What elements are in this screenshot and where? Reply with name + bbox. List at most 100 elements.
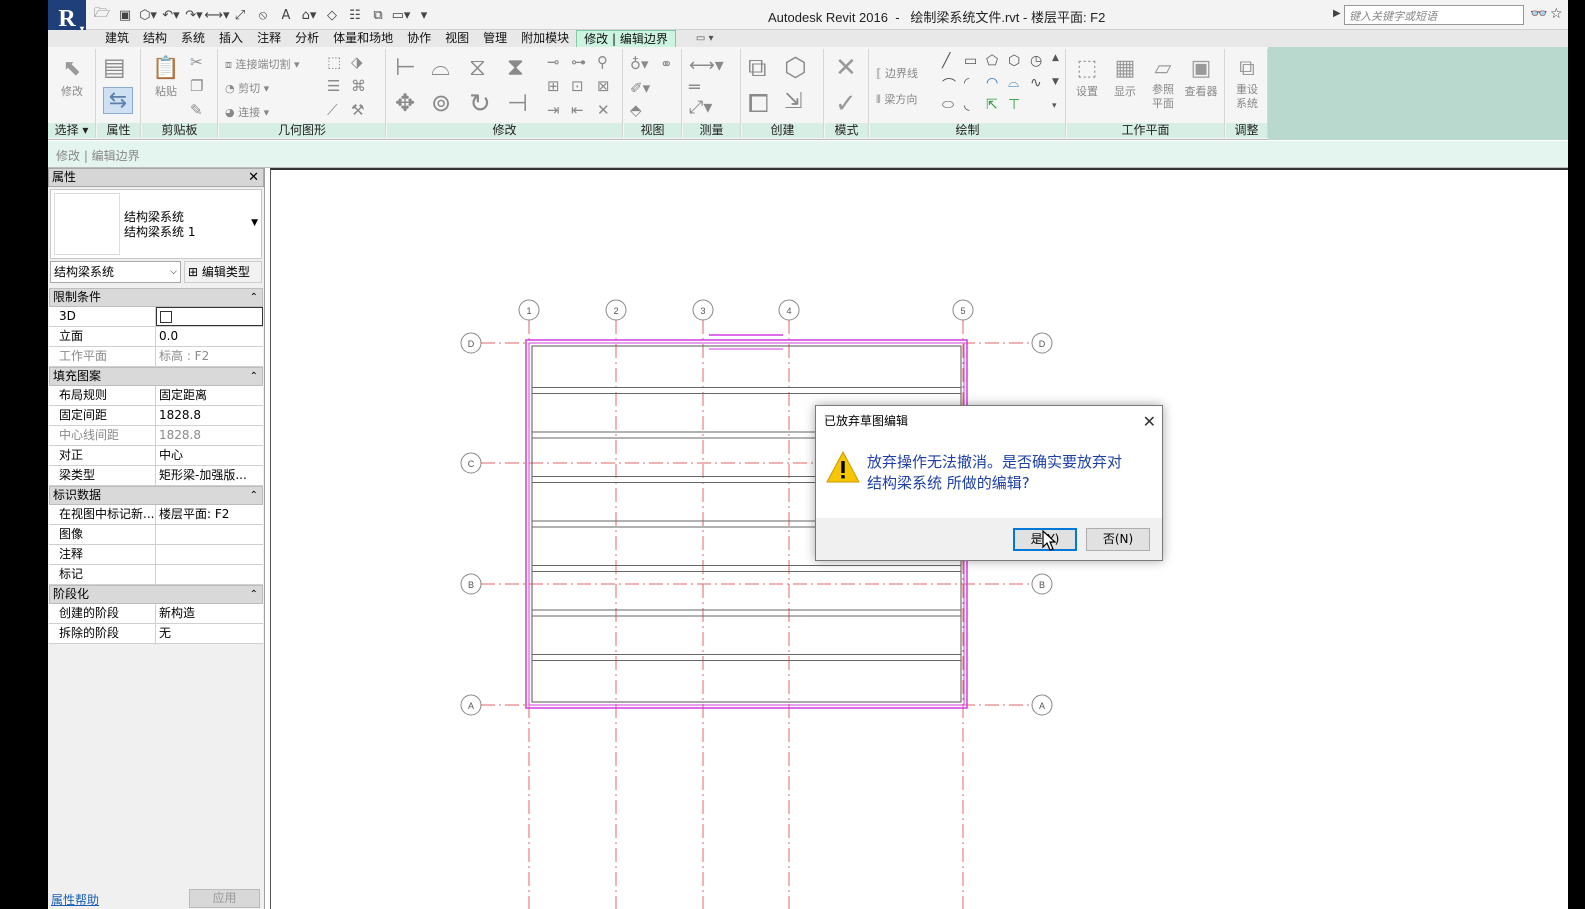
tab-4[interactable]: 注释 <box>250 30 288 47</box>
move-icon[interactable]: ✥ <box>395 89 415 117</box>
customize-icon[interactable]: ▾ <box>414 5 434 25</box>
mirror-draw-icon[interactable]: ⧗ <box>507 53 524 81</box>
3d-checkbox[interactable] <box>160 311 172 323</box>
demolish-icon[interactable]: ⌘ <box>351 77 366 95</box>
open-icon[interactable]: 🗁 <box>92 5 112 25</box>
sync-icon[interactable]: ⬡▾ <box>138 5 158 25</box>
reset-system-button[interactable]: ⧉ 重设 系统 <box>1227 55 1267 111</box>
scale-icon[interactable]: ⊡ <box>571 77 584 95</box>
property-section-header[interactable]: 填充图案 ⌃ <box>49 367 263 386</box>
copy-icon[interactable]: ❐ <box>190 77 203 95</box>
tab-3[interactable]: 插入 <box>212 30 250 47</box>
cut-button[interactable]: ◔ 剪切 ▾ <box>225 80 269 96</box>
property-value[interactable]: 无 <box>156 624 263 643</box>
text-icon[interactable]: A <box>276 5 296 25</box>
pin-icon[interactable]: ⚲ <box>597 53 608 71</box>
tab-7[interactable]: 协作 <box>400 30 438 47</box>
tab-1[interactable]: 结构 <box>136 30 174 47</box>
halftone-icon[interactable]: ⬘ <box>630 101 642 119</box>
property-value[interactable] <box>156 545 263 564</box>
create-parts-icon[interactable]: ⧠ <box>748 89 769 120</box>
tab-10[interactable]: 附加模块 <box>514 30 576 47</box>
boundary-line-button[interactable]: ⟦ 边界线 <box>876 65 918 81</box>
wall-joins-icon[interactable]: ☰ <box>327 77 340 95</box>
properties-help-link[interactable]: 属性帮助 <box>51 891 99 908</box>
tag-icon[interactable]: ⦸ <box>253 5 273 25</box>
ref-plane-button[interactable]: ▱ 参照 平面 <box>1143 55 1183 111</box>
property-value[interactable]: 0.0 <box>156 327 263 346</box>
unpin-icon[interactable]: ⊠ <box>597 77 610 95</box>
star-icon[interactable]: ☆ <box>1550 6 1563 22</box>
undo-icon[interactable]: ↶▾ <box>161 5 181 25</box>
close-icon[interactable]: ✕ <box>1143 406 1156 437</box>
ruler-icon[interactable]: ═ <box>689 77 700 98</box>
cancel-edit-icon[interactable]: ✕ <box>835 53 857 83</box>
thin-lines-icon[interactable]: ☷ <box>345 5 365 25</box>
similar-icon[interactable]: ⇲ <box>784 89 802 114</box>
edit-type-button[interactable]: ⊞ 编辑类型 <box>184 261 262 283</box>
save-icon[interactable]: ▣ <box>115 5 135 25</box>
type-properties-icon[interactable]: ⇆ <box>103 87 133 114</box>
modify-button[interactable]: ⬉ 修改 <box>52 55 92 99</box>
tab-11[interactable]: 修改 | 编辑边界 <box>576 30 676 47</box>
property-value[interactable]: 中心 <box>156 446 263 465</box>
override-graphics-icon[interactable]: ♁▾ <box>630 55 649 73</box>
apply-button[interactable]: 应用 <box>189 889 260 908</box>
copy-elements-icon[interactable]: ⊚ <box>431 89 451 117</box>
3d-view-icon[interactable]: ⌂▾ <box>299 5 319 25</box>
viewer-button[interactable]: ▣ 查看器 <box>1181 55 1221 99</box>
scissors-icon[interactable]: ✂ <box>190 53 203 71</box>
ellipse-icon[interactable]: ⬭ <box>942 97 954 113</box>
search-expand-icon[interactable]: ▶ <box>1333 8 1341 19</box>
paste-button[interactable]: 📋 粘贴 <box>146 55 186 99</box>
trim-icon[interactable]: ⊣ <box>507 89 528 117</box>
spline-icon[interactable]: ∿ <box>1030 75 1042 91</box>
aligned-dimension-icon[interactable]: ⤢▾ <box>689 97 712 118</box>
line-icon[interactable]: ╱ <box>942 53 950 69</box>
join-cut-button[interactable]: ⧈ 连接端切割 ▾ <box>225 56 300 72</box>
property-value[interactable]: 矩形梁-加强版... <box>156 466 263 485</box>
property-value[interactable]: 新构造 <box>156 604 263 623</box>
pick-icon[interactable]: ⚒ <box>351 101 364 119</box>
property-section-header[interactable]: 限制条件 ⌃ <box>49 288 263 307</box>
tab-6[interactable]: 体量和场地 <box>326 30 400 47</box>
split-face-icon[interactable]: ⬚ <box>327 53 341 71</box>
binoculars-icon[interactable]: 👓 <box>1530 6 1547 22</box>
scroll-up-icon[interactable]: ▲ <box>1052 53 1059 63</box>
circumscribed-polygon-icon[interactable]: ⬡ <box>1008 53 1020 69</box>
dimension-icon[interactable]: ⤢ <box>230 5 250 25</box>
rectangle-icon[interactable]: ▭ <box>964 53 977 69</box>
collapse-icon[interactable]: ⌃ <box>250 586 258 603</box>
measure-distance-icon[interactable]: ⟷▾ <box>689 55 724 76</box>
show-button[interactable]: ▦ 显示 <box>1105 55 1145 99</box>
search-input[interactable]: 键入关键字或短语 <box>1344 5 1524 25</box>
switch-windows-icon[interactable]: ▭▾ <box>391 5 411 25</box>
property-section-header[interactable]: 阶段化 ⌃ <box>49 585 263 604</box>
paint-icon[interactable]: ⬗ <box>351 53 363 71</box>
hide-icon[interactable]: ⚭ <box>660 55 673 73</box>
arc-start-end-icon[interactable]: ⌒ <box>942 75 956 95</box>
set-button[interactable]: ⬚ 设置 <box>1067 55 1107 99</box>
partial-ellipse-icon[interactable]: ◟ <box>964 97 969 113</box>
tab-0[interactable]: 建筑 <box>98 30 136 47</box>
group-label[interactable]: 选择 ▾ <box>48 123 95 138</box>
property-value[interactable]: 1828.8 <box>156 406 263 425</box>
trim-extend-icon[interactable]: ⇥ <box>547 101 560 119</box>
no-button[interactable]: 否(N) <box>1086 528 1150 551</box>
beam-direction-button[interactable]: ⦀ 梁方向 <box>876 91 917 107</box>
align-icon[interactable]: ⊢ <box>395 53 416 81</box>
collapse-icon[interactable]: ⌃ <box>250 487 258 504</box>
tab-2[interactable]: 系统 <box>174 30 212 47</box>
tab-8[interactable]: 视图 <box>438 30 476 47</box>
match-type-icon[interactable]: ✎ <box>190 101 203 119</box>
collapse-icon[interactable]: ⌃ <box>250 368 258 385</box>
fillet-arc-icon[interactable]: ⌓ <box>1008 75 1019 91</box>
pick-lines-icon[interactable]: ⇱ <box>986 97 998 113</box>
remove-paint-icon[interactable]: ⟋ <box>327 101 338 119</box>
property-value[interactable]: 楼层平面: F2 <box>156 505 263 524</box>
polygon-icon[interactable]: ⬠ <box>986 53 998 69</box>
property-value[interactable] <box>156 525 263 544</box>
delete-icon[interactable]: ✕ <box>597 101 610 119</box>
finish-edit-icon[interactable]: ✓ <box>835 89 857 119</box>
redo-icon[interactable]: ↷▾ <box>184 5 204 25</box>
